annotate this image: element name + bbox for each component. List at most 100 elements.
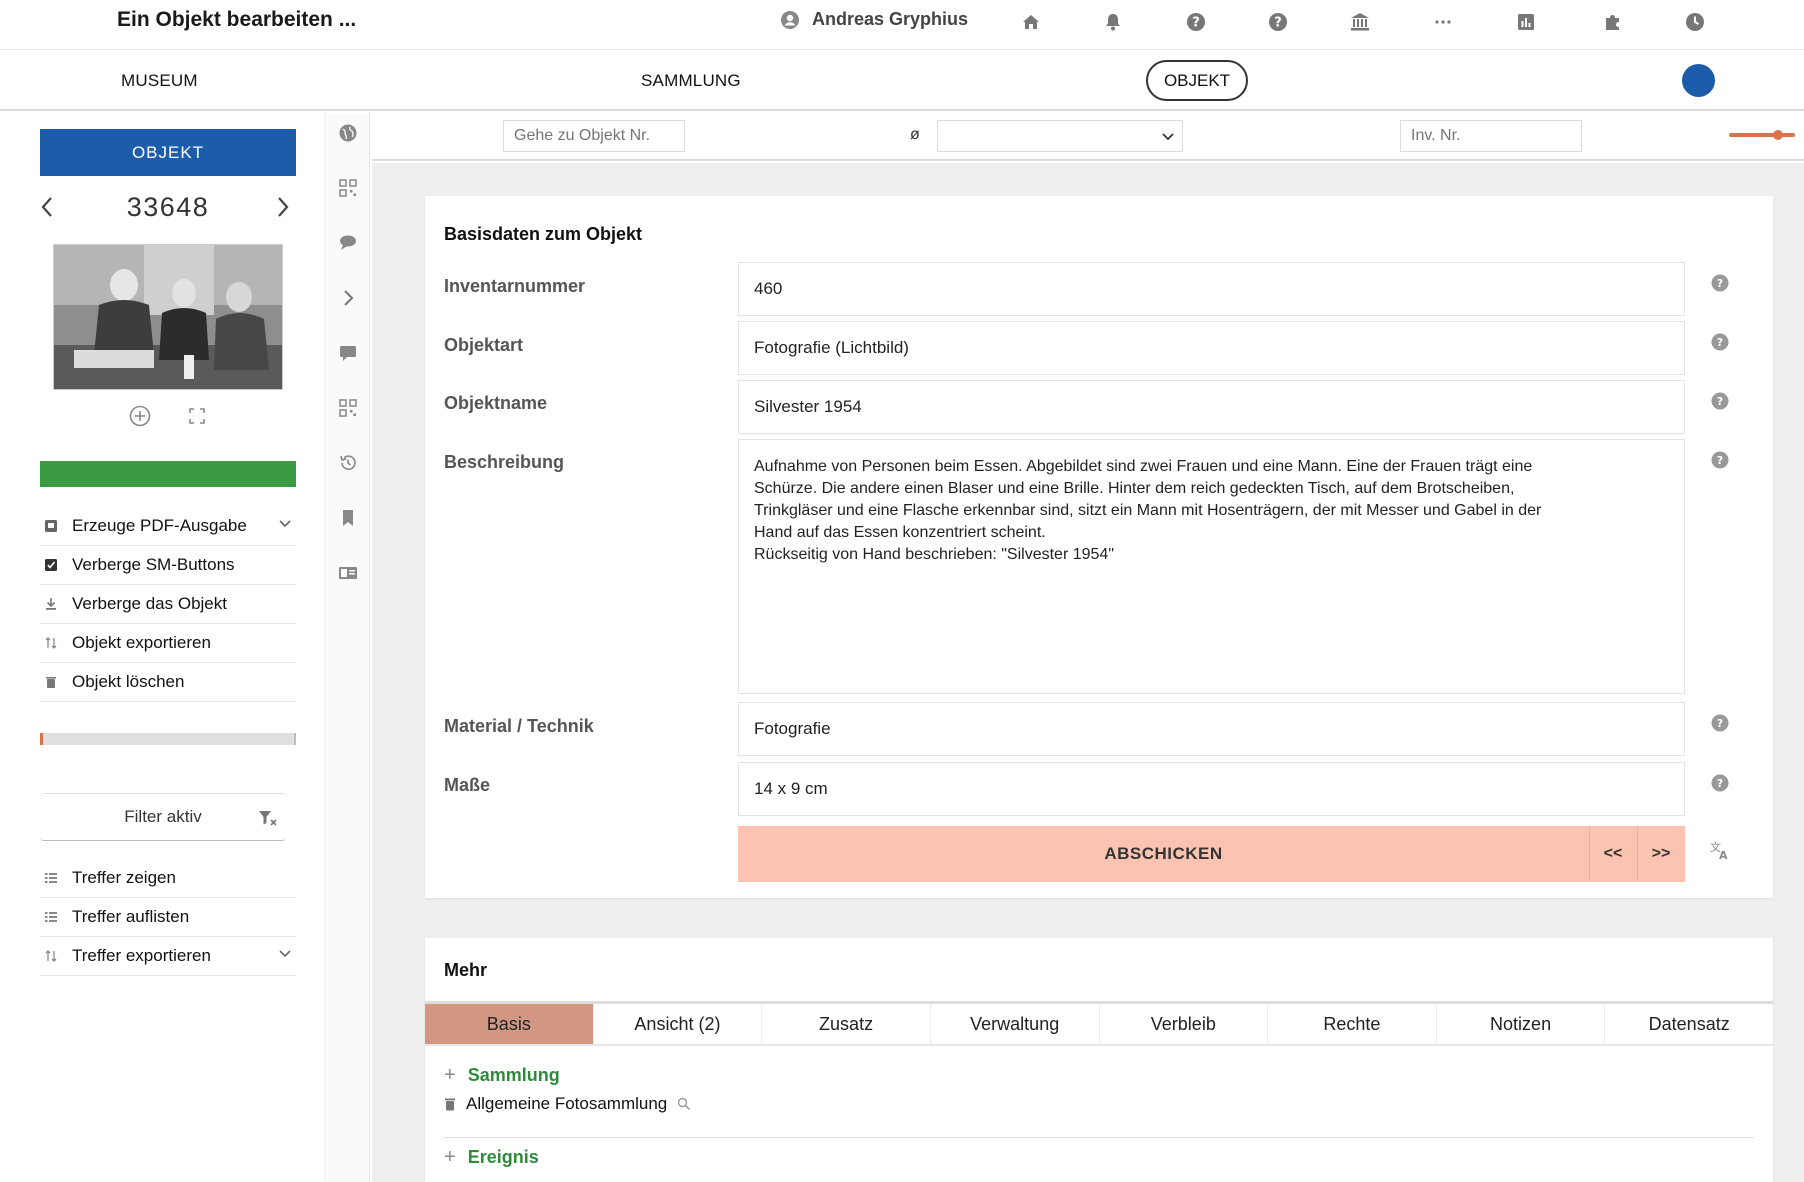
inventarnummer-field[interactable]: 460 bbox=[738, 262, 1685, 316]
tab-verbleib[interactable]: Verbleib bbox=[1100, 1004, 1269, 1044]
result-export[interactable]: Treffer exportieren bbox=[40, 937, 296, 976]
object-sidebar: OBJEKT 33648 Erzeuge PDF-Ausgabe Verberg… bbox=[0, 113, 322, 1182]
tab-datensatz[interactable]: Datensatz bbox=[1605, 1004, 1773, 1044]
inventory-number-input[interactable] bbox=[1400, 120, 1582, 152]
filter-label: Filter aktiv bbox=[124, 807, 202, 826]
action-pdf[interactable]: Erzeuge PDF-Ausgabe bbox=[40, 507, 296, 546]
list-icon bbox=[45, 912, 57, 922]
comment-icon[interactable] bbox=[338, 343, 358, 363]
mehr-tabs: Basis Ansicht (2) Zusatz Verwaltung Verb… bbox=[425, 1001, 1773, 1046]
action-label: Objekt exportieren bbox=[72, 633, 211, 652]
home-icon[interactable] bbox=[1020, 11, 1042, 33]
chevron-down-icon[interactable] bbox=[278, 949, 292, 959]
svg-text:?: ? bbox=[1192, 16, 1200, 31]
action-label: Erzeuge PDF-Ausgabe bbox=[72, 516, 247, 535]
more-icon[interactable] bbox=[1432, 11, 1454, 33]
action-hide-object[interactable]: Verberge das Objekt bbox=[40, 585, 296, 624]
result-label: Treffer exportieren bbox=[72, 946, 211, 965]
section-ereignis[interactable]: + Ereignis bbox=[444, 1146, 539, 1169]
fullscreen-icon[interactable] bbox=[188, 407, 206, 425]
trash-icon bbox=[46, 677, 56, 688]
objektname-field[interactable]: Silvester 1954 bbox=[738, 380, 1685, 434]
field-label-beschreibung: Beschreibung bbox=[444, 452, 565, 472]
translate-icon[interactable]: 文A bbox=[1709, 839, 1731, 861]
tab-zusatz[interactable]: Zusatz bbox=[762, 1004, 931, 1044]
user-menu[interactable]: Andreas Gryphius bbox=[780, 9, 968, 30]
action-export[interactable]: Objekt exportieren bbox=[40, 624, 296, 663]
action-label: Verberge das Objekt bbox=[72, 594, 227, 613]
chart-icon[interactable] bbox=[1515, 11, 1537, 33]
filter-toggle[interactable]: Filter aktiv bbox=[40, 793, 286, 841]
tab-notizen[interactable]: Notizen bbox=[1437, 1004, 1606, 1044]
range-slider[interactable] bbox=[40, 733, 296, 745]
help-icon[interactable]: ? bbox=[1711, 714, 1729, 732]
action-label: Verberge SM-Buttons bbox=[72, 555, 235, 574]
clock-icon[interactable] bbox=[1684, 11, 1706, 33]
object-number: 33648 bbox=[126, 192, 210, 222]
submit-button[interactable]: ABSCHICKEN << >> bbox=[738, 826, 1685, 882]
nav-sammlung[interactable]: SAMMLUNG bbox=[641, 71, 741, 91]
section-sammlung[interactable]: + Sammlung bbox=[444, 1064, 560, 1087]
help-icon[interactable]: ? bbox=[1711, 451, 1729, 469]
action-hide-sm[interactable]: Verberge SM-Buttons bbox=[40, 546, 296, 585]
qr-code-icon[interactable] bbox=[338, 398, 358, 418]
masse-field[interactable]: 14 x 9 cm bbox=[738, 762, 1685, 816]
nav-museum[interactable]: MUSEUM bbox=[121, 71, 198, 91]
page-title: Ein Objekt bearbeiten ... bbox=[117, 8, 357, 31]
help-icon[interactable]: ? bbox=[1711, 274, 1729, 292]
sammlung-entry: Allgemeine Fotosammlung bbox=[444, 1094, 691, 1114]
material-field[interactable]: Fotografie bbox=[738, 702, 1685, 756]
action-delete[interactable]: Objekt löschen bbox=[40, 663, 296, 702]
sort-icon bbox=[45, 637, 57, 649]
progress-bar bbox=[40, 461, 296, 487]
help-icon[interactable]: ? bbox=[1711, 774, 1729, 792]
help-icon[interactable]: ? bbox=[1711, 333, 1729, 351]
sort-icon bbox=[45, 950, 57, 962]
next-record-button[interactable]: >> bbox=[1637, 826, 1684, 882]
user-name: Andreas Gryphius bbox=[812, 9, 969, 29]
prev-record-button[interactable]: << bbox=[1589, 826, 1636, 882]
bookmark-icon[interactable] bbox=[338, 508, 358, 528]
result-show[interactable]: Treffer zeigen bbox=[40, 859, 296, 898]
object-select[interactable] bbox=[937, 120, 1183, 152]
bell-icon[interactable] bbox=[1102, 11, 1124, 33]
layout-icon[interactable] bbox=[338, 563, 358, 583]
nav-objekt[interactable]: OBJEKT bbox=[1146, 60, 1248, 101]
svg-text:A: A bbox=[1719, 849, 1728, 861]
chevron-down-icon bbox=[1162, 133, 1174, 141]
objekt-button[interactable]: OBJEKT bbox=[40, 129, 296, 176]
qr-code-icon[interactable] bbox=[338, 178, 358, 198]
tab-basis[interactable]: Basis bbox=[425, 1004, 594, 1044]
section-title: Sammlung bbox=[467, 1065, 560, 1085]
help-icon[interactable]: ? bbox=[1185, 11, 1207, 33]
submit-label: ABSCHICKEN bbox=[1104, 844, 1223, 863]
help-icon[interactable]: ? bbox=[1711, 392, 1729, 410]
sammlung-name: Allgemeine Fotosammlung bbox=[466, 1094, 668, 1113]
puzzle-icon[interactable] bbox=[1602, 11, 1624, 33]
plus-icon[interactable]: + bbox=[444, 1064, 456, 1087]
filter-clear-icon[interactable] bbox=[258, 809, 278, 827]
tab-verwaltung[interactable]: Verwaltung bbox=[931, 1004, 1100, 1044]
help-icon-2[interactable]: ? bbox=[1267, 11, 1289, 33]
objektart-field[interactable]: Fotografie (Lichtbild) bbox=[738, 321, 1685, 375]
history-icon[interactable] bbox=[338, 453, 358, 473]
tab-ansicht[interactable]: Ansicht (2) bbox=[594, 1004, 763, 1044]
comments-icon[interactable] bbox=[338, 233, 358, 253]
chevron-down-icon[interactable] bbox=[278, 519, 292, 529]
trash-icon[interactable] bbox=[444, 1097, 456, 1111]
zoom-slider[interactable] bbox=[1729, 130, 1795, 140]
result-list[interactable]: Treffer auflisten bbox=[40, 898, 296, 937]
beschreibung-textarea[interactable]: Aufnahme von Personen beim Essen. Abgebi… bbox=[738, 439, 1685, 694]
status-dot[interactable] bbox=[1682, 64, 1715, 97]
goto-object-input[interactable] bbox=[503, 120, 685, 152]
search-icon[interactable] bbox=[677, 1097, 691, 1111]
card-title: Mehr bbox=[444, 960, 488, 980]
object-photo[interactable] bbox=[53, 244, 283, 390]
plus-icon[interactable]: + bbox=[444, 1146, 456, 1169]
zoom-in-icon[interactable] bbox=[128, 404, 152, 428]
tab-rechte[interactable]: Rechte bbox=[1268, 1004, 1437, 1044]
chevron-right-icon[interactable] bbox=[276, 195, 290, 219]
museum-icon[interactable] bbox=[1349, 11, 1371, 33]
globe-icon[interactable] bbox=[338, 123, 358, 143]
chevron-right-icon[interactable] bbox=[338, 288, 358, 308]
